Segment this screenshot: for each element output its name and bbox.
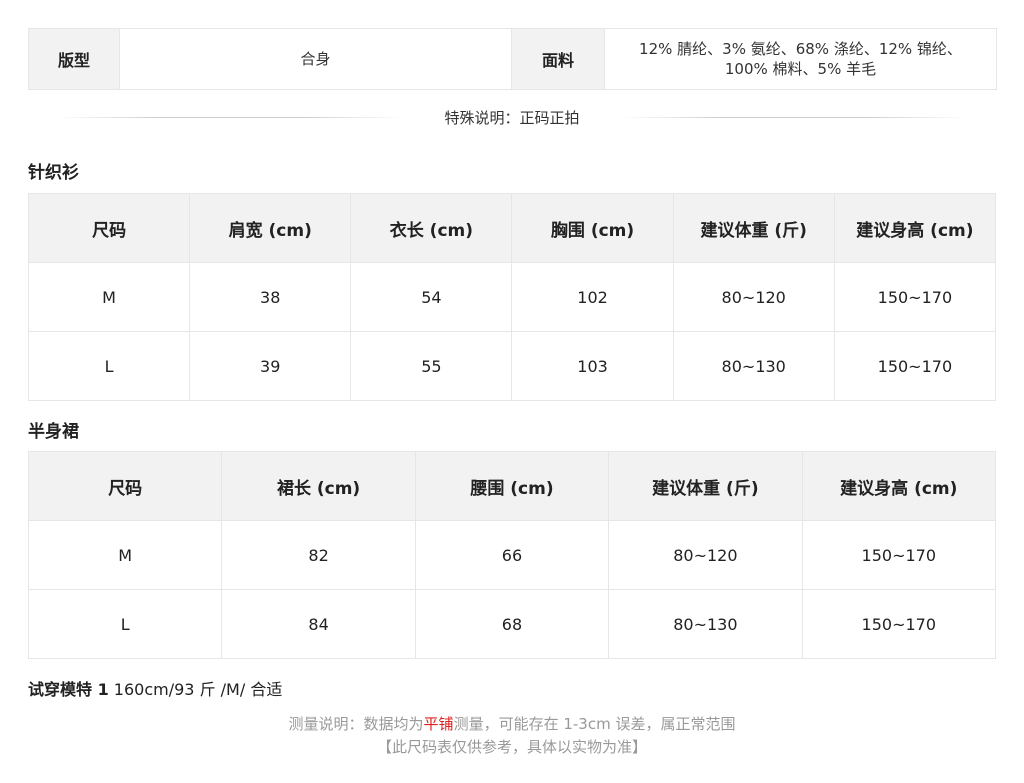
header-cell: 尺码 bbox=[27, 193, 191, 263]
header-cell: 肩宽 (cm) bbox=[189, 193, 352, 263]
header-cell: 衣长 (cm) bbox=[350, 193, 513, 263]
table-cell: 102 bbox=[511, 262, 674, 332]
table-cell: 84 bbox=[221, 589, 416, 659]
table-cell: L bbox=[27, 331, 191, 401]
table-cell: 150~170 bbox=[833, 331, 997, 401]
header-cell: 腰围 (cm) bbox=[414, 451, 610, 521]
table-cell: 38 bbox=[189, 262, 352, 332]
table-cell: M bbox=[27, 520, 223, 590]
fit-model-value: 160cm/93 斤 /M/ 合适 bbox=[108, 680, 283, 699]
table-row: M 38 54 102 80~120 150~170 bbox=[27, 262, 997, 332]
special-note-divider: 特殊说明：正码正拍 bbox=[28, 104, 996, 130]
table-header-row: 尺码 肩宽 (cm) 衣长 (cm) 胸围 (cm) 建议体重 (斤) 建议身高… bbox=[27, 193, 997, 263]
attribute-row: 版型 合身 面料 12% 腈纶、3% 氨纶、68% 涤纶、12% 锦纶、 100… bbox=[28, 28, 997, 90]
table-cell: 80~130 bbox=[672, 331, 835, 401]
measurement-note-suffix: 测量，可能存在 1-3cm 误差，属正常范围 bbox=[453, 715, 736, 733]
table-header-row: 尺码 裙长 (cm) 腰围 (cm) 建议体重 (斤) 建议身高 (cm) bbox=[27, 451, 997, 521]
skirt-section-title: 半身裙 bbox=[28, 422, 79, 442]
table-cell: 150~170 bbox=[833, 262, 997, 332]
fit-model-info: 试穿模特 1 160cm/93 斤 /M/ 合适 bbox=[28, 676, 282, 700]
table-cell: 150~170 bbox=[801, 520, 997, 590]
table-cell: 150~170 bbox=[801, 589, 997, 659]
table-cell: 54 bbox=[350, 262, 513, 332]
knit-section-title: 针织衫 bbox=[28, 163, 79, 183]
table-row: L 39 55 103 80~130 150~170 bbox=[27, 331, 997, 401]
header-cell: 建议身高 (cm) bbox=[801, 451, 997, 521]
table-cell: 80~130 bbox=[608, 589, 803, 659]
fit-value: 合身 bbox=[119, 28, 512, 90]
fabric-value-line-2: 100% 棉料、5% 羊毛 bbox=[724, 60, 877, 78]
special-note: 特殊说明：正码正拍 bbox=[444, 109, 580, 127]
table-cell: 103 bbox=[511, 331, 674, 401]
knit-size-table: 尺码 肩宽 (cm) 衣长 (cm) 胸围 (cm) 建议体重 (斤) 建议身高… bbox=[27, 193, 997, 401]
fit-label: 版型 bbox=[28, 28, 120, 90]
reference-disclaimer: 【此尺码表仅供参考，具体以实物为准】 bbox=[376, 738, 647, 756]
header-cell: 建议身高 (cm) bbox=[833, 193, 997, 263]
header-cell: 胸围 (cm) bbox=[511, 193, 674, 263]
table-row: L 84 68 80~130 150~170 bbox=[27, 589, 997, 659]
table-cell: 39 bbox=[189, 331, 352, 401]
attribute-table: 版型 合身 面料 12% 腈纶、3% 氨纶、68% 涤纶、12% 锦纶、 100… bbox=[28, 28, 997, 90]
table-row: M 82 66 80~120 150~170 bbox=[27, 520, 997, 590]
table-cell: 66 bbox=[414, 520, 610, 590]
header-cell: 裙长 (cm) bbox=[221, 451, 416, 521]
fabric-value: 12% 腈纶、3% 氨纶、68% 涤纶、12% 锦纶、 100% 棉料、5% 羊… bbox=[604, 28, 997, 90]
fabric-label: 面料 bbox=[511, 28, 605, 90]
header-cell: 建议体重 (斤) bbox=[608, 451, 803, 521]
header-cell: 建议体重 (斤) bbox=[672, 193, 835, 263]
table-cell: 80~120 bbox=[608, 520, 803, 590]
fabric-value-line-1: 12% 腈纶、3% 氨纶、68% 涤纶、12% 锦纶、 bbox=[639, 40, 962, 58]
measurement-note-prefix: 测量说明：数据均为 bbox=[288, 715, 424, 733]
table-cell: M bbox=[27, 262, 191, 332]
table-cell: L bbox=[27, 589, 223, 659]
table-cell: 68 bbox=[414, 589, 610, 659]
measurement-note-highlight: 平铺 bbox=[423, 715, 454, 733]
table-cell: 80~120 bbox=[672, 262, 835, 332]
table-cell: 82 bbox=[221, 520, 416, 590]
header-cell: 尺码 bbox=[27, 451, 223, 521]
skirt-size-table: 尺码 裙长 (cm) 腰围 (cm) 建议体重 (斤) 建议身高 (cm) M … bbox=[27, 451, 997, 659]
fit-model-label: 试穿模特 1 bbox=[28, 680, 109, 699]
table-cell: 55 bbox=[350, 331, 513, 401]
measurement-note: 测量说明：数据均为平铺测量，可能存在 1-3cm 误差，属正常范围 bbox=[0, 713, 1024, 734]
